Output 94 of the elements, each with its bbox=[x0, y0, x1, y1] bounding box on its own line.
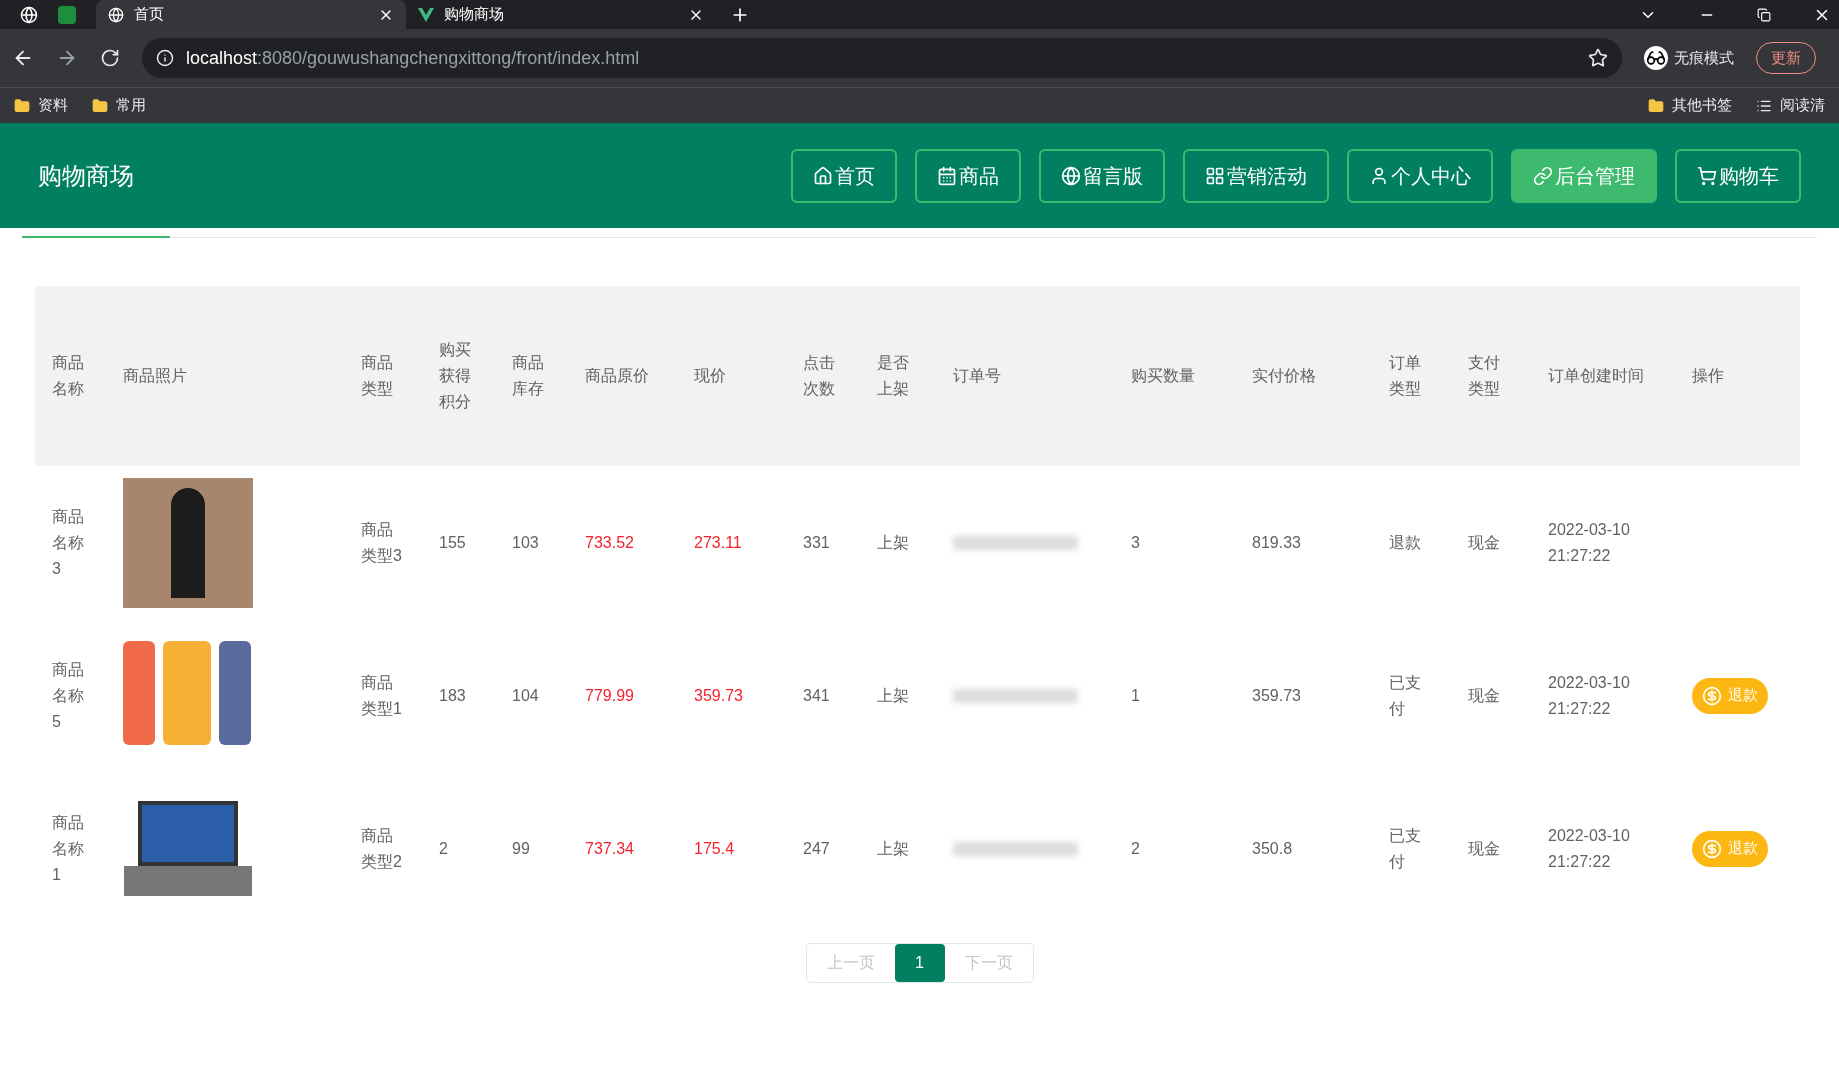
table-cell-text: 350.8 bbox=[1251, 838, 1294, 859]
table-cell-text: 现金 bbox=[1467, 685, 1501, 706]
column-header: 订单类型 bbox=[1372, 286, 1451, 466]
link-icon bbox=[1533, 165, 1553, 186]
table-cell: 商品名称3 bbox=[35, 466, 106, 619]
nav-button[interactable]: 商品 bbox=[915, 148, 1021, 203]
table-cell-text: 商品名称5 bbox=[51, 659, 85, 732]
table-cell: 现金 bbox=[1451, 466, 1531, 619]
table-cell-text: 2 bbox=[1130, 838, 1141, 859]
bookmark-label[interactable]: 资料 bbox=[38, 94, 68, 117]
table-cell-text: 341 bbox=[802, 685, 831, 706]
table-cell: 上架 bbox=[860, 466, 936, 619]
v-logo-icon bbox=[418, 7, 434, 22]
column-header: 点击次数 bbox=[786, 286, 860, 466]
calendar-icon bbox=[937, 165, 957, 186]
table-cell: 733.52 bbox=[568, 466, 677, 619]
table-cell-text: 183 bbox=[438, 685, 467, 706]
cart-icon bbox=[1697, 165, 1717, 186]
table-cell-text: 已支付 bbox=[1388, 672, 1422, 719]
table-cell-text: 359.73 bbox=[1251, 685, 1302, 706]
nav-button[interactable]: 留言版 bbox=[1039, 148, 1165, 203]
incognito-badge[interactable]: 无痕模式 bbox=[1644, 46, 1734, 70]
bookmark-label[interactable]: 阅读清 bbox=[1780, 94, 1825, 117]
column-header: 购买数量 bbox=[1114, 286, 1235, 466]
table-cell-text: 247 bbox=[802, 838, 831, 859]
url-text: localhost:8080/gouwushangchengxittong/front/index.html bbox=[186, 46, 641, 70]
nav-button[interactable]: 首页 bbox=[791, 148, 897, 203]
grid-icon bbox=[1205, 165, 1225, 186]
nav-button[interactable]: 个人中心 bbox=[1347, 148, 1493, 203]
reload-icon[interactable] bbox=[100, 48, 120, 68]
table-cell-text: 359.73 bbox=[693, 685, 744, 706]
table-cell: 2022-03-10 21:27:22 bbox=[1531, 466, 1675, 619]
info-icon bbox=[156, 49, 174, 67]
star-icon[interactable] bbox=[1588, 48, 1608, 68]
home-icon bbox=[813, 165, 833, 186]
table-cell: 331 bbox=[786, 466, 860, 619]
table-cell-text: 上架 bbox=[876, 838, 910, 859]
column-header: 现价 bbox=[677, 286, 786, 466]
column-header: 操作 bbox=[1675, 286, 1800, 466]
column-header: 商品类型 bbox=[344, 286, 422, 466]
nav-button[interactable]: 营销活动 bbox=[1183, 148, 1329, 203]
table-cell-text: 1 bbox=[1130, 685, 1141, 706]
table-cell-text: 商品类型1 bbox=[360, 672, 403, 719]
column-header: 是否上架 bbox=[860, 286, 936, 466]
table-cell: 155 bbox=[422, 466, 495, 619]
table-cell: 3 bbox=[1114, 466, 1235, 619]
incognito-label: 无痕模式 bbox=[1674, 47, 1734, 68]
table-cell-text: 104 bbox=[511, 685, 540, 706]
column-header: 商品照片 bbox=[106, 286, 344, 466]
folder-icon[interactable] bbox=[14, 97, 30, 114]
table-cell-text: 2022-03-10 21:27:22 bbox=[1547, 672, 1631, 719]
column-header: 支付类型 bbox=[1451, 286, 1531, 466]
table-cell-text: 现金 bbox=[1467, 838, 1501, 859]
table-cell-text: 737.34 bbox=[584, 838, 635, 859]
address-bar[interactable]: localhost:8080/gouwushangchengxittong/front/index.html bbox=[142, 38, 1622, 78]
page-button[interactable]: 1 bbox=[894, 944, 945, 982]
table-cell: 103 bbox=[495, 466, 568, 619]
tab-title: 购物商场 bbox=[444, 4, 505, 25]
user-icon bbox=[1369, 165, 1389, 186]
globe-icon bbox=[1061, 165, 1081, 186]
column-header: 实付价格 bbox=[1235, 286, 1372, 466]
table-cell-text: 779.99 bbox=[584, 685, 635, 706]
column-header: 商品名称 bbox=[35, 286, 106, 466]
table-cell: 商品类型3 bbox=[344, 466, 422, 619]
column-header: 商品原价 bbox=[568, 286, 677, 466]
bookmark-label[interactable]: 常用 bbox=[116, 94, 146, 117]
column-header: 购买获得积分 bbox=[422, 286, 495, 466]
bookmark-label[interactable]: 其他书签 bbox=[1672, 94, 1732, 117]
nav-button[interactable]: 购物车 bbox=[1675, 148, 1801, 203]
table-cell-text: 99 bbox=[511, 838, 531, 859]
column-header: 商品库存 bbox=[495, 286, 568, 466]
site-title: 购物商场 bbox=[38, 160, 135, 191]
column-header: 订单号 bbox=[936, 286, 1114, 466]
table-cell: 退款 bbox=[1372, 466, 1451, 619]
table-cell: 273.11 bbox=[677, 466, 786, 619]
table-cell-text: 上架 bbox=[876, 685, 910, 706]
table-cell-text: 商品类型2 bbox=[360, 825, 403, 872]
sheet-icon[interactable] bbox=[58, 5, 76, 24]
restore-icon[interactable] bbox=[1757, 7, 1771, 22]
table-cell-text: 2 bbox=[438, 838, 449, 859]
table-cell-text: 2022-03-10 21:27:22 bbox=[1547, 825, 1631, 872]
column-header: 订单创建时间 bbox=[1531, 286, 1675, 466]
globe-icon bbox=[108, 6, 124, 23]
table-cell-text: 商品名称1 bbox=[51, 812, 85, 885]
table-cell-text: 已支付 bbox=[1388, 825, 1422, 872]
table-cell: 819.33 bbox=[1235, 466, 1372, 619]
nav-button[interactable]: 后台管理 bbox=[1511, 148, 1657, 203]
folder-icon[interactable] bbox=[92, 97, 108, 114]
folder-icon[interactable] bbox=[1648, 97, 1664, 114]
table-cell-text: 175.4 bbox=[693, 838, 736, 859]
browser-tab[interactable]: 首页 bbox=[96, 0, 406, 29]
globe-icon[interactable] bbox=[20, 5, 38, 24]
tab-title: 首页 bbox=[134, 4, 165, 25]
incognito-icon bbox=[1644, 46, 1668, 70]
